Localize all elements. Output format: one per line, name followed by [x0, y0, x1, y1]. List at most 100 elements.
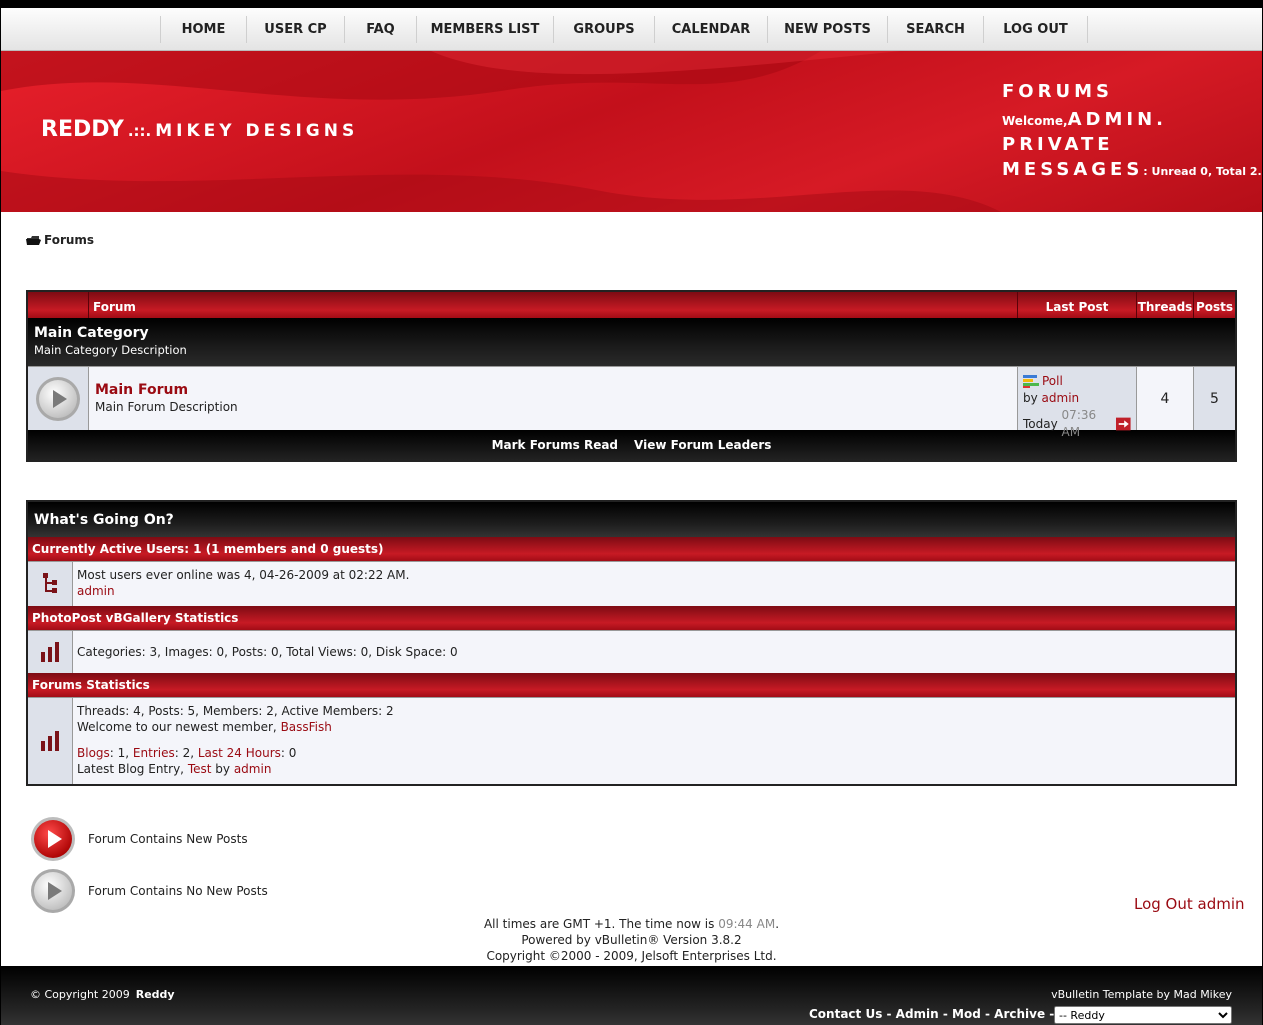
newest-member-line: Welcome to our newest member, BassFish — [77, 720, 332, 734]
gallery-stats-header[interactable]: PhotoPost vBGallery Statistics — [28, 606, 1235, 630]
footer-links[interactable]: Contact Us - Admin - Mod - Archive - Top — [809, 1007, 1082, 1021]
top-navigation: HOME USER CP FAQ MEMBERS LIST GROUPS CAL… — [1, 8, 1262, 51]
header-user-panel: FORUMS Welcome,ADMIN. PRIVATE MESSAGES: … — [1002, 81, 1262, 180]
header-icon-col — [28, 292, 89, 318]
page: HOME USER CP FAQ MEMBERS LIST GROUPS CAL… — [1, 8, 1262, 1025]
most-users-online: Most users ever online was 4, 04-26-2009… — [77, 568, 410, 582]
users-tree-icon — [43, 573, 57, 593]
gallery-stats-text: Categories: 3, Images: 0, Posts: 0, Tota… — [73, 631, 1235, 673]
breadcrumb-forums[interactable]: Forums — [44, 233, 94, 247]
whats-going-on: What's Going On? Currently Active Users:… — [26, 500, 1237, 786]
header-forums-link[interactable]: FORUMS — [1002, 81, 1262, 109]
view-forum-leaders-link[interactable]: View Forum Leaders — [634, 438, 771, 452]
last-post-title[interactable]: Poll — [1042, 373, 1063, 390]
forum-stats-icon-cell — [28, 698, 73, 784]
nav-list: HOME USER CP FAQ MEMBERS LIST GROUPS CAL… — [160, 16, 1088, 43]
nav-new-posts[interactable]: NEW POSTS — [768, 16, 888, 43]
legend-no-new-posts-label: Forum Contains No New Posts — [88, 884, 268, 898]
category-description: Main Category Description — [34, 343, 187, 357]
header-messages: MESSAGES: Unread 0, Total 2. — [1002, 159, 1262, 180]
nav-faq[interactable]: FAQ — [345, 16, 417, 43]
header-username[interactable]: ADMIN. — [1068, 109, 1167, 130]
bar-chart-icon — [41, 642, 59, 662]
forum-posts-count: 5 — [1194, 367, 1235, 430]
nav-search[interactable]: SEARCH — [888, 16, 984, 43]
header-welcome: Welcome,ADMIN. — [1002, 109, 1168, 130]
entries-link[interactable]: Entries — [133, 746, 175, 760]
folder-icon — [26, 236, 41, 245]
blog-stats-line: Blogs: 1, Entries: 2, Last 24 Hours: 0 — [77, 746, 297, 760]
poll-icon — [1023, 375, 1039, 388]
last-post-date: Today 07:36 AM — [1023, 407, 1131, 441]
bottom-bar: © Copyright 2009 Reddy vBulletin Template… — [1, 966, 1262, 1025]
site-copyright: © Copyright 2009 Reddy — [30, 988, 175, 1001]
category-title[interactable]: Main Category — [34, 325, 1229, 341]
newest-member-link[interactable]: BassFish — [281, 720, 332, 734]
forum-threads-count: 4 — [1137, 367, 1194, 430]
nav-members-list[interactable]: MEMBERS LIST — [417, 16, 554, 43]
latest-blog-entry-link[interactable]: Test — [188, 762, 212, 776]
gallery-stats-icon-cell — [28, 631, 73, 673]
site-name-link[interactable]: Reddy — [136, 988, 175, 1001]
forum-stats-line: Threads: 4, Posts: 5, Members: 2, Active… — [77, 704, 394, 718]
header-messages-link[interactable]: MESSAGES — [1002, 159, 1143, 180]
forum-icon-legend: Forum Contains New Posts Forum Contains … — [30, 813, 268, 917]
legend-no-new-posts: Forum Contains No New Posts — [30, 865, 268, 917]
forum-info-cell: Main Forum Main Forum Description — [89, 367, 1018, 430]
nav-calendar[interactable]: CALENDAR — [655, 16, 768, 43]
forum-no-new-posts-icon — [31, 869, 75, 913]
active-users-text: Most users ever online was 4, 04-26-2009… — [73, 562, 1235, 606]
breadcrumb: Forums — [26, 233, 94, 247]
forum-status-cell — [28, 367, 89, 430]
active-users-header[interactable]: Currently Active Users: 1 (1 members and… — [28, 537, 1235, 561]
site-logo[interactable]: REDDY.::. MIKEY DESIGNS — [41, 117, 358, 142]
powered-by: Powered by vBulletin® Version 3.8.2 — [521, 933, 742, 947]
forum-stats-header[interactable]: Forums Statistics — [28, 673, 1235, 697]
active-users-icon-cell — [28, 562, 73, 606]
forum-table-header: Forum Last Post Threads Posts — [28, 292, 1235, 318]
time-info: All times are GMT +1. The time now is 09… — [483, 917, 780, 931]
active-users-row: Most users ever online was 4, 04-26-2009… — [28, 561, 1235, 606]
log-out-admin-link[interactable]: Log Out admin — [1134, 895, 1245, 913]
template-credit: vBulletin Template by Mad Mikey — [1051, 988, 1232, 1001]
forum-description: Main Forum Description — [95, 400, 238, 414]
header-threads: Threads — [1137, 292, 1194, 318]
mark-forums-read-link[interactable]: Mark Forums Read — [492, 438, 618, 452]
gallery-stats-row: Categories: 3, Images: 0, Posts: 0, Tota… — [28, 630, 1235, 673]
latest-blog-user-link[interactable]: admin — [234, 762, 272, 776]
go-to-last-post-icon[interactable] — [1116, 417, 1131, 431]
last-post-title-line: Poll — [1023, 373, 1131, 390]
header-forum: Forum — [89, 292, 1018, 318]
forum-stats-row: Threads: 4, Posts: 5, Members: 2, Active… — [28, 697, 1235, 784]
header-last-post: Last Post — [1018, 292, 1137, 318]
blogs-link[interactable]: Blogs — [77, 746, 110, 760]
active-user-link[interactable]: admin — [77, 584, 115, 598]
bar-chart-icon — [41, 731, 59, 751]
vb-copyright: Copyright ©2000 - 2009, Jelsoft Enterpri… — [486, 949, 777, 963]
forum-new-posts-icon — [31, 817, 75, 861]
nav-log-out[interactable]: LOG OUT — [984, 16, 1088, 43]
forum-table: Forum Last Post Threads Posts Main Categ… — [26, 290, 1237, 462]
header-posts: Posts — [1195, 300, 1234, 314]
forum-row: Main Forum Main Forum Description Poll b… — [28, 366, 1235, 439]
last-post-user[interactable]: admin — [1042, 391, 1080, 405]
nav-home[interactable]: HOME — [161, 16, 247, 43]
last-24-hours-link[interactable]: Last 24 Hours — [198, 746, 281, 760]
wgo-title: What's Going On? — [28, 502, 1235, 537]
footer-info: All times are GMT +1. The time now is 09… — [1, 916, 1262, 964]
nav-user-cp[interactable]: USER CP — [247, 16, 345, 43]
category-row: Main Category Main Category Description — [28, 318, 1235, 366]
nav-groups[interactable]: GROUPS — [554, 16, 655, 43]
forum-title[interactable]: Main Forum — [95, 382, 1011, 398]
forum-stats-text: Threads: 4, Posts: 5, Members: 2, Active… — [73, 698, 1235, 784]
legend-new-posts-label: Forum Contains New Posts — [88, 832, 248, 846]
latest-blog-line: Latest Blog Entry, Test by admin — [77, 762, 272, 776]
header-private-link[interactable]: PRIVATE — [1002, 134, 1262, 159]
last-post-by: by admin — [1023, 391, 1080, 405]
legend-new-posts: Forum Contains New Posts — [30, 813, 268, 865]
pm-status: : Unread 0, Total 2. — [1143, 165, 1262, 178]
style-chooser[interactable]: -- Reddy — [1054, 1006, 1232, 1024]
last-post-cell: Poll by admin Today 07:36 AM — [1018, 367, 1137, 439]
header-banner: REDDY.::. MIKEY DESIGNS FORUMS Welcome,AD… — [1, 51, 1262, 212]
forum-no-new-posts-icon — [36, 376, 80, 421]
